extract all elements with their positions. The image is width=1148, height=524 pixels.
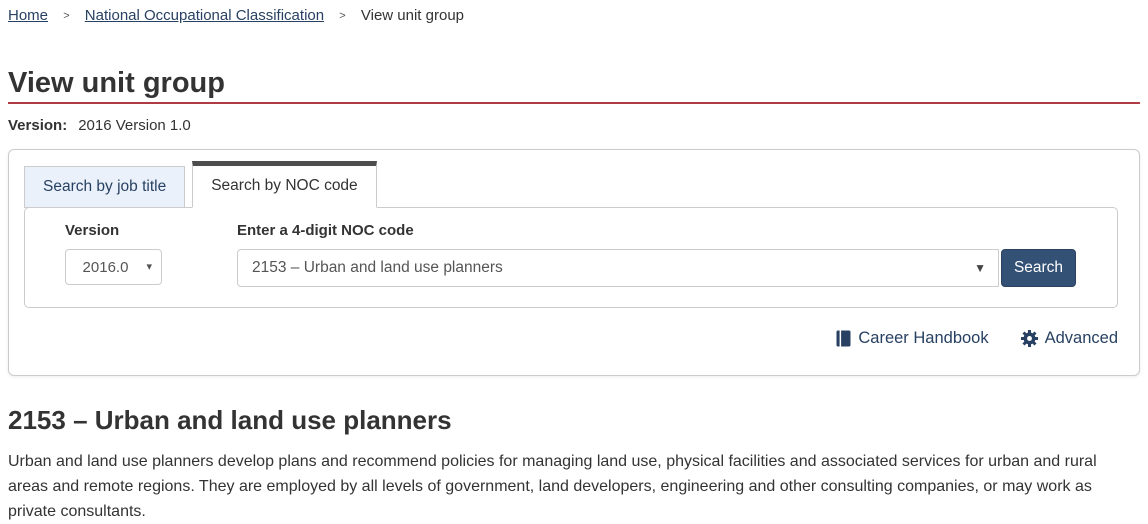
advanced-link[interactable]: Advanced xyxy=(1021,329,1118,348)
unit-group-description: Urban and land use planners develop plan… xyxy=(8,449,1140,524)
search-form: Version 2016.0 ▾ Enter a 4-digit NOC cod… xyxy=(65,222,1117,287)
breadcrumb-link-national-occupational-classification[interactable]: National Occupational Classification xyxy=(85,7,324,24)
career-handbook-link[interactable]: Career Handbook xyxy=(836,329,988,348)
version-label: Version: xyxy=(8,117,67,134)
version-field-label: Version xyxy=(65,222,162,239)
page-title: View unit group xyxy=(8,68,1140,104)
breadcrumb-separator: > xyxy=(63,10,69,22)
dropdown-arrow-icon[interactable]: ▼ xyxy=(974,261,986,275)
panel-links-row: Career Handbook Advanced xyxy=(24,329,1118,348)
version-field-group: Version 2016.0 ▾ xyxy=(65,222,162,287)
search-button[interactable]: Search xyxy=(1001,249,1076,287)
search-panel: Search by job title Search by NOC code V… xyxy=(8,149,1140,376)
book-icon xyxy=(836,330,851,347)
career-handbook-label: Career Handbook xyxy=(858,329,988,348)
tab-panel: Version 2016.0 ▾ Enter a 4-digit NOC cod… xyxy=(24,207,1118,308)
breadcrumb: Home > National Occupational Classificat… xyxy=(8,0,1140,24)
breadcrumb-separator: > xyxy=(339,10,345,22)
breadcrumb-link-home[interactable]: Home xyxy=(8,7,48,24)
breadcrumb-current: View unit group xyxy=(361,7,464,24)
tab-list: Search by job title Search by NOC code xyxy=(24,161,1118,208)
chevron-down-icon: ▾ xyxy=(146,260,152,273)
noc-input-row: ▼ Search xyxy=(237,249,1076,287)
noc-combobox: ▼ xyxy=(237,249,999,287)
noc-code-label: Enter a 4-digit NOC code xyxy=(237,222,1076,239)
version-value: 2016 Version 1.0 xyxy=(78,117,191,134)
gear-icon xyxy=(1021,330,1038,347)
advanced-label: Advanced xyxy=(1045,329,1118,348)
version-select[interactable]: 2016.0 ▾ xyxy=(65,249,162,285)
noc-code-field-group: Enter a 4-digit NOC code ▼ Search xyxy=(237,222,1076,287)
unit-group-heading: 2153 – Urban and land use planners xyxy=(8,405,1140,436)
version-select-value: 2016.0 xyxy=(83,259,129,276)
version-row: Version: 2016 Version 1.0 xyxy=(8,117,1140,134)
tab-search-by-noc-code[interactable]: Search by NOC code xyxy=(192,161,376,208)
page: Home > National Occupational Classificat… xyxy=(0,0,1148,524)
tab-search-by-job-title[interactable]: Search by job title xyxy=(24,166,185,208)
noc-code-input[interactable] xyxy=(237,249,999,287)
